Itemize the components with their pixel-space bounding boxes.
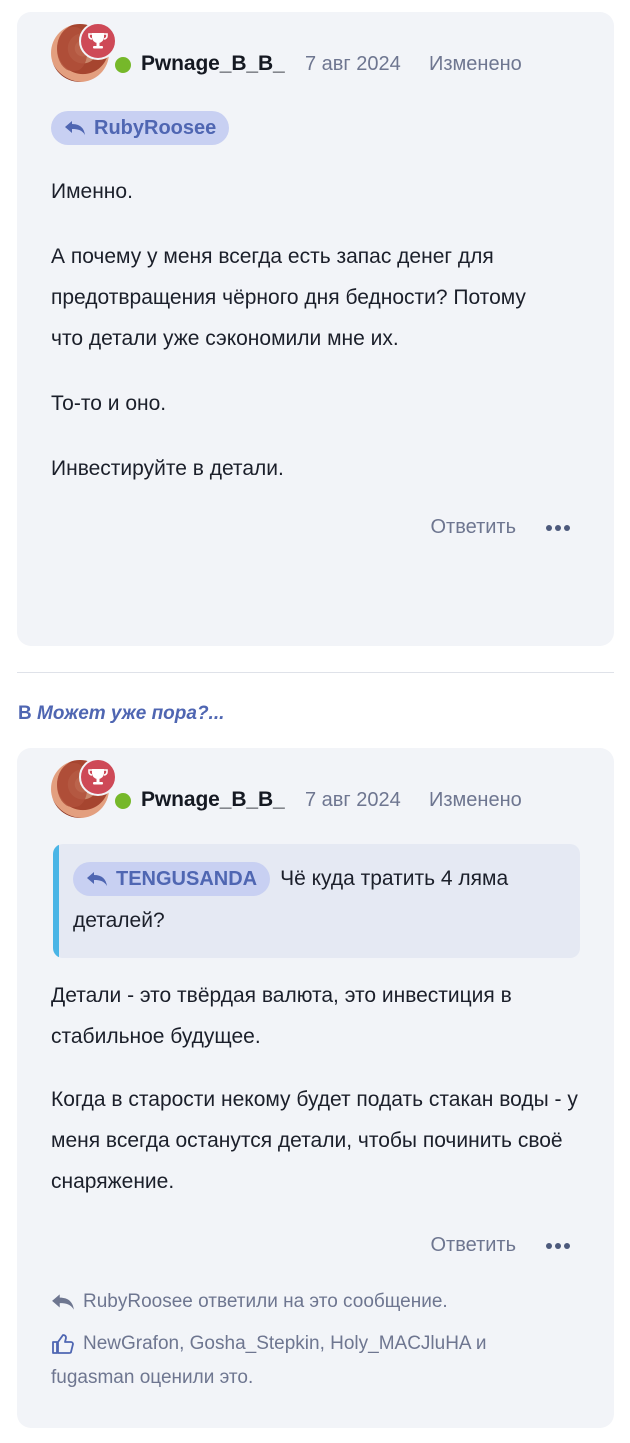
paragraph: Когда в старости некому будет подать ста… [51,1088,578,1193]
paragraph: А почему у меня всегда есть запас денег … [51,245,526,350]
divider [17,672,614,673]
trophy-badge-icon [79,758,117,796]
likes-note-text: NewGrafon, Gosha_Stepkin, Holy_MACJluHA … [51,1333,487,1388]
reply-to-tag[interactable]: RubyRoosee [51,111,230,145]
paragraph: Детали - это твёрдая валюта, это инвести… [51,984,512,1048]
trophy-badge-icon [79,22,117,60]
online-status-dot [113,791,133,811]
reply-button[interactable]: Ответить [431,516,517,539]
quote-author-tag[interactable]: TENGUSANDA [73,862,271,897]
reply-button[interactable]: Ответить [431,1234,517,1257]
post-body: Детали - это твёрдая валюта, это инвести… [51,975,581,1202]
username-link[interactable]: Pwnage_B_B_ [141,788,285,812]
post-header: Pwnage_B_B_ 7 авг 2024 Изменено [51,758,591,822]
paragraph: Инвестируйте в детали. [51,457,284,480]
post-actions: Ответить [431,516,570,539]
post-body: Именно. А почему у меня всегда есть запа… [51,171,571,489]
post-card: Pwnage_B_B_ 7 авг 2024 Изменено RubyRoos… [17,12,614,646]
edited-label: Изменено [429,789,522,811]
reactions-summary[interactable]: NewGrafon, Gosha_Stepkin, Holy_MACJluHA … [51,1327,561,1395]
quote-block: TENGUSANDA Чё куда тратить 4 ляма детале… [53,844,580,958]
reply-arrow-icon [64,119,86,137]
reply-arrow-icon [51,1292,75,1312]
paragraph: Именно. [51,180,133,203]
replied-note[interactable]: RubyRoosee ответили на это сообщение. [51,1285,448,1319]
post-header: Pwnage_B_B_ 7 авг 2024 Изменено [51,22,591,86]
thread-title[interactable]: Может уже пора?... [37,703,224,724]
reply-to-name: RubyRoosee [94,116,217,139]
thumbs-up-icon [51,1333,75,1355]
more-options-icon[interactable] [546,524,570,531]
thread-prefix: В [18,703,32,724]
post-card: Pwnage_B_B_ 7 авг 2024 Изменено TENGUSAN… [17,748,614,1428]
replied-note-text: RubyRoosee ответили на это сообщение. [83,1291,448,1312]
online-status-dot [113,55,133,75]
paragraph: То-то и оно. [51,392,167,415]
more-options-icon[interactable] [546,1242,570,1249]
quote-content: TENGUSANDA Чё куда тратить 4 ляма детале… [73,858,573,942]
quote-bar [53,844,59,958]
username-link[interactable]: Pwnage_B_B_ [141,52,285,76]
edited-label: Изменено [429,53,522,75]
reply-arrow-icon [86,870,108,888]
thread-link[interactable]: В Может уже пора?... [18,703,224,725]
post-date[interactable]: 7 авг 2024 [305,53,401,76]
post-actions: Ответить [431,1234,570,1257]
post-date[interactable]: 7 авг 2024 [305,789,401,812]
quote-author-name: TENGUSANDA [116,868,258,891]
